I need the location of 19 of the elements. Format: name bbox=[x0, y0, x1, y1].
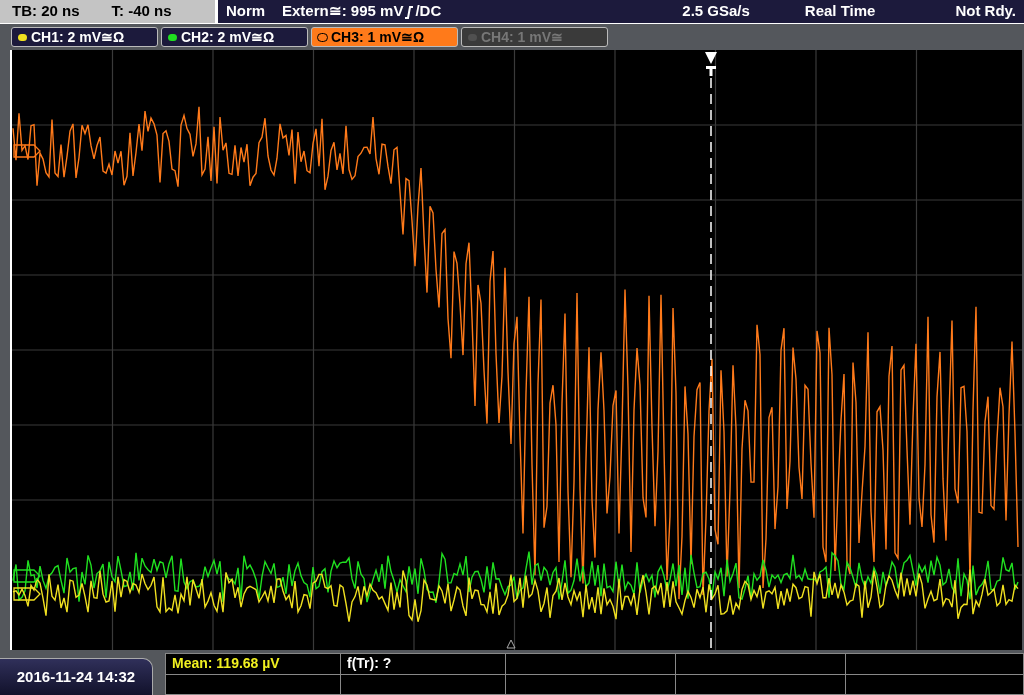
channel-marker-icon[interactable] bbox=[13, 569, 41, 583]
status-label: Not Rdy. bbox=[955, 1, 1016, 22]
rising-edge-icon bbox=[404, 4, 415, 19]
measurement-label: f(Tr): ? bbox=[347, 654, 392, 674]
timebase-label: TB: 20 ns bbox=[12, 1, 80, 22]
position-marker-icon bbox=[506, 639, 516, 649]
trigger-time-label: T: -40 ns bbox=[111, 1, 172, 22]
measurement-label: Mean: 119.68 µV bbox=[172, 654, 280, 674]
channel-tab[interactable]: CH3: 1 mV≅Ω bbox=[311, 27, 458, 47]
channel-tab[interactable]: CH2: 2 mV≅Ω bbox=[161, 27, 308, 47]
trigger-marker-icon[interactable] bbox=[705, 52, 717, 76]
channel-marker-icon[interactable] bbox=[13, 144, 41, 158]
trigger-mode-label: Norm bbox=[226, 1, 267, 22]
date-time-label: 2016-11-24 14:32 bbox=[16, 666, 136, 687]
coupling-label: /DC bbox=[415, 1, 442, 22]
channel-tab[interactable]: CH1: 2 mV≅Ω bbox=[11, 27, 158, 47]
trigger-source-label: Extern≅: 995 mV bbox=[282, 1, 404, 22]
acquisition-mode-label: Real Time bbox=[804, 1, 876, 22]
sample-rate-label: 2.5 GSa/s bbox=[682, 1, 750, 22]
